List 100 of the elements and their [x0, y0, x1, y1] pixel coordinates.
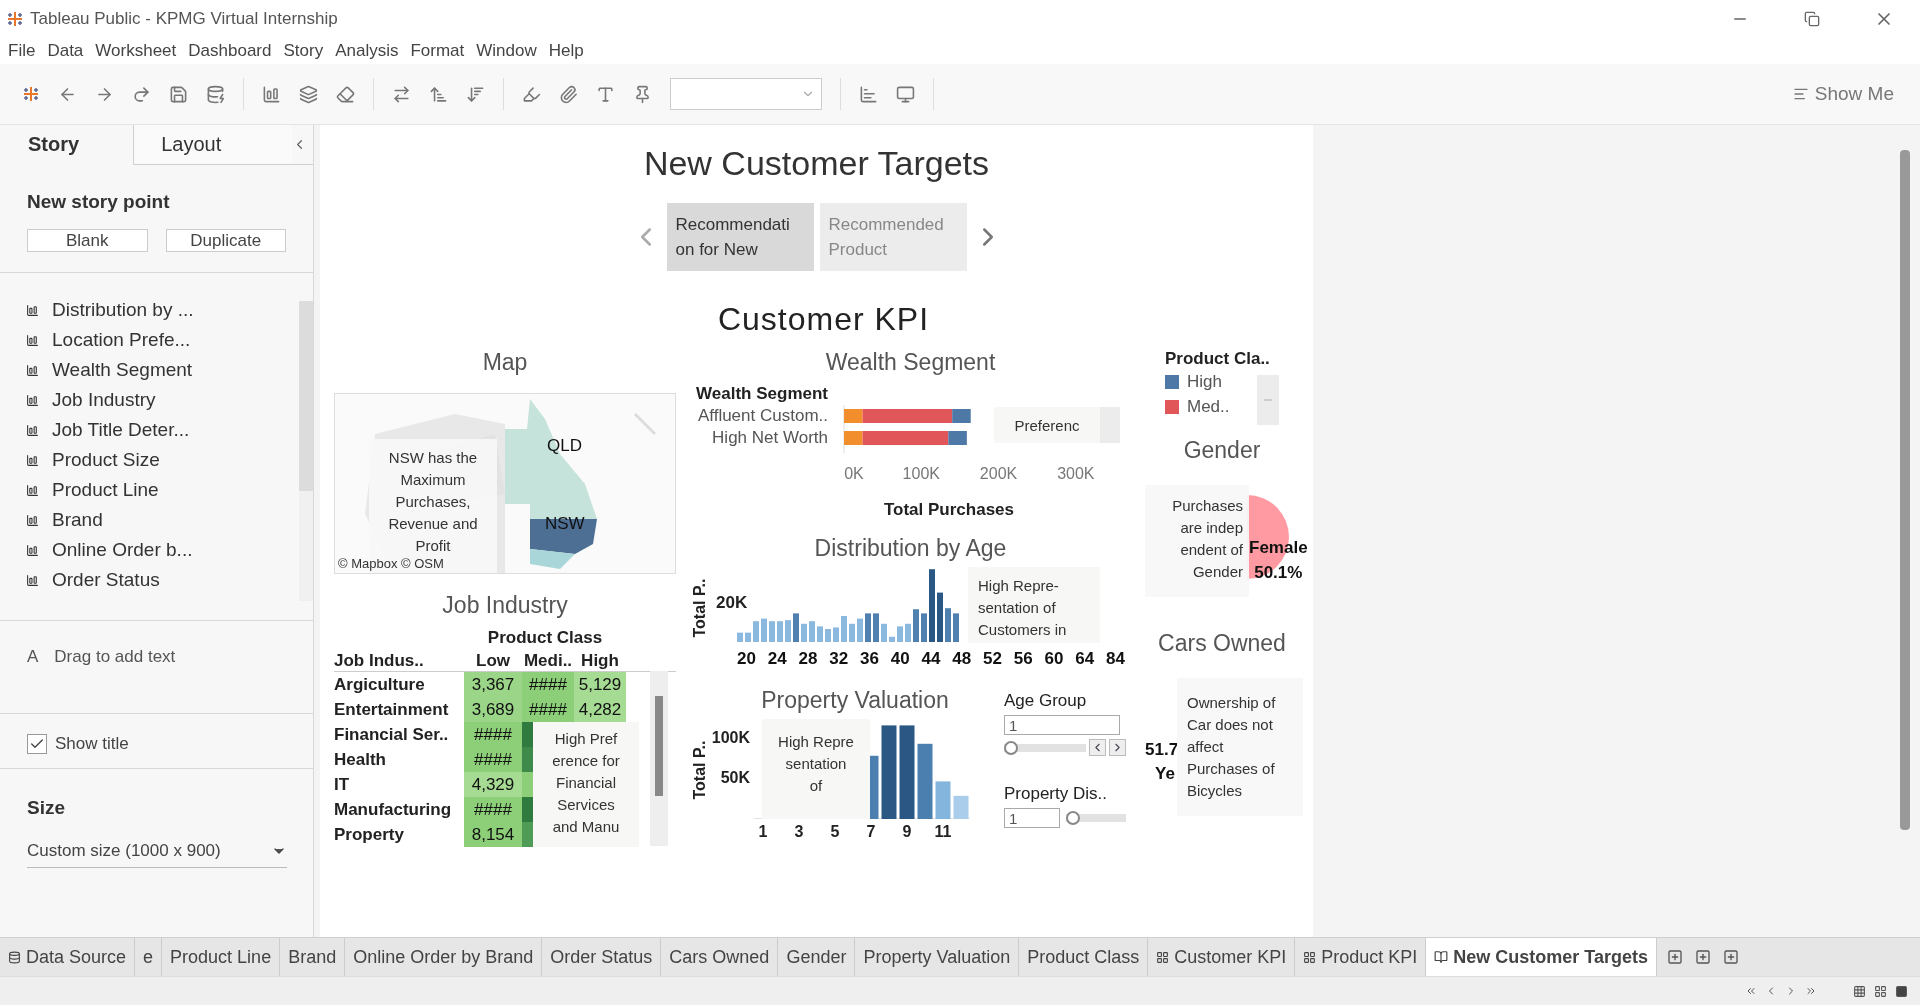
column-group-header: Product Class: [486, 628, 604, 649]
filter-input[interactable]: 1: [1004, 715, 1120, 735]
story-point-button[interactable]: Duplicate: [165, 229, 286, 252]
restore-icon[interactable]: [1804, 10, 1820, 27]
swap-icon[interactable]: [392, 84, 411, 104]
menu-item[interactable]: Story: [277, 40, 330, 61]
new-sheet-icon[interactable]: [262, 84, 281, 104]
sort-descending-icon[interactable]: [466, 84, 485, 104]
save-icon[interactable]: [169, 84, 188, 104]
pin-icon[interactable]: [633, 84, 652, 104]
menu-item[interactable]: Worksheet: [89, 40, 183, 61]
menu-item[interactable]: Analysis: [329, 40, 405, 61]
sheet-icon: [26, 573, 39, 587]
panel-tab[interactable]: Layout: [133, 125, 292, 165]
film-strip-icon[interactable]: [1874, 984, 1887, 998]
row-header: Financial Ser..: [334, 723, 450, 746]
filter-input[interactable]: 1: [1004, 808, 1060, 828]
sorter-view-icon[interactable]: [1853, 984, 1866, 998]
tick-label: 36: [859, 649, 880, 669]
bar: [881, 623, 887, 642]
new-story-icon[interactable]: [1723, 949, 1740, 965]
sheet-item[interactable]: Job Industry: [52, 389, 156, 411]
new-data-source-icon[interactable]: [206, 84, 225, 104]
state-label: NSW: [545, 514, 585, 534]
text-icon: A: [27, 647, 39, 667]
column-header: High: [580, 651, 620, 671]
sheet-title: Distribution by Age: [813, 535, 1008, 563]
slider[interactable]: [1004, 740, 1086, 755]
next-button[interactable]: [1109, 739, 1126, 756]
legend-swatch: [1165, 399, 1179, 414]
sheet-item[interactable]: Wealth Segment: [52, 359, 193, 381]
tableau-logo-icon[interactable]: [6, 9, 24, 28]
duplicate-icon[interactable]: [299, 84, 318, 104]
first-icon[interactable]: [1745, 985, 1757, 997]
sheet-title: Wealth Segment: [824, 349, 997, 377]
last-icon[interactable]: [1805, 985, 1817, 997]
tick-label: 20: [735, 649, 757, 669]
table-cell: 8,154: [464, 822, 522, 847]
row-header: IT: [334, 773, 351, 796]
scrollbar[interactable]: [299, 301, 313, 601]
checkbox[interactable]: [27, 734, 47, 754]
scrollbar[interactable]: [650, 671, 668, 846]
grid-icon: [1156, 950, 1170, 964]
bar: [921, 613, 927, 642]
tick-label: 24: [766, 649, 788, 669]
slider[interactable]: [1066, 811, 1126, 825]
new-dashboard-icon[interactable]: [1695, 949, 1712, 965]
table-cell: ####: [464, 797, 522, 822]
tab-view-icon[interactable]: [1895, 984, 1908, 998]
bar: [825, 629, 831, 642]
bar: [889, 636, 895, 642]
bar: [935, 781, 951, 819]
menu-item[interactable]: File: [2, 40, 42, 61]
highlighter-icon[interactable]: [522, 84, 541, 104]
tick-label: 1: [758, 823, 768, 840]
tick-label: 3: [794, 823, 804, 840]
redo-icon[interactable]: [132, 84, 151, 104]
story-title: New Customer Targets: [642, 144, 991, 183]
sheet-item[interactable]: Order Status: [52, 569, 160, 591]
table-cell: ####: [522, 697, 574, 722]
sheet-item[interactable]: Distribution by ...: [52, 299, 194, 321]
story-point-button[interactable]: Blank: [27, 229, 148, 252]
menu-item[interactable]: Dashboard: [182, 40, 278, 61]
bar: [873, 613, 879, 642]
column-header: Medi..: [522, 651, 574, 671]
menu-item[interactable]: Window: [470, 40, 543, 61]
sheet-item[interactable]: Online Order b...: [52, 539, 193, 561]
table-cell: 4,282: [574, 697, 626, 722]
tick-label: 56: [1012, 649, 1034, 669]
paperclip-icon[interactable]: [559, 84, 578, 104]
sheet-item[interactable]: Location Prefe...: [52, 329, 191, 351]
annotation: High Repre- sentation of Customers in: [968, 567, 1100, 643]
section-heading: Size: [27, 797, 67, 819]
sheet-item[interactable]: Brand: [52, 509, 103, 531]
row-header: Manufacturing: [334, 798, 453, 821]
new-sheet-icon[interactable]: [1667, 949, 1684, 965]
clear-icon[interactable]: [336, 84, 355, 104]
legend-label: High: [1187, 371, 1222, 392]
sort-ascending-icon[interactable]: [429, 84, 448, 104]
sheet-item[interactable]: Product Size: [52, 449, 160, 471]
presentation-icon[interactable]: [896, 84, 915, 104]
menu-item[interactable]: Help: [542, 40, 590, 61]
text-icon[interactable]: [596, 84, 615, 104]
sheet-tab[interactable]: New Customer Targets: [1426, 938, 1658, 976]
sheet-item[interactable]: Product Line: [52, 479, 159, 501]
show-me-button[interactable]: Show Me: [1788, 79, 1898, 109]
previous-button[interactable]: [1089, 739, 1106, 756]
tick-label: 28: [797, 649, 819, 669]
menu-item[interactable]: Data: [41, 40, 90, 61]
story-point[interactable]: Recommendati on for New: [666, 203, 814, 271]
tick-label: 64: [1074, 649, 1096, 669]
tableau-logo-icon[interactable]: [22, 85, 40, 103]
annotation: Preferenc: [994, 407, 1100, 443]
sheet-item[interactable]: Job Title Deter...: [52, 419, 190, 441]
menu-item[interactable]: Format: [404, 40, 471, 61]
annotation: Purchases are indep endent of Gender: [1145, 485, 1249, 597]
size-dropdown[interactable]: Custom size (1000 x 900): [27, 841, 287, 868]
axis-title: Wealth Segment: [696, 384, 828, 403]
bar: [737, 632, 743, 642]
bar-chart-icon[interactable]: [859, 84, 878, 104]
